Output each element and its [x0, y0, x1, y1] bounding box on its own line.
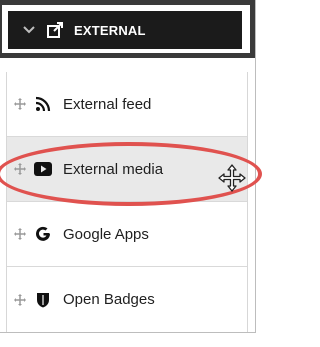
section-title: EXTERNAL	[74, 22, 146, 38]
rss-icon	[33, 94, 53, 114]
item-label: Open Badges	[63, 291, 155, 308]
drag-handle-icon[interactable]	[13, 97, 27, 111]
move-cursor-icon	[218, 164, 246, 192]
google-icon	[33, 224, 53, 244]
drag-handle-icon[interactable]	[13, 227, 27, 241]
list-item-highlighted[interactable]: External media	[7, 137, 247, 202]
block-list: External feed External media Google Apps…	[6, 72, 248, 332]
youtube-icon	[33, 159, 53, 179]
item-label: External media	[63, 160, 164, 178]
section-header[interactable]: EXTERNAL	[0, 0, 255, 58]
chevron-down-icon[interactable]	[20, 21, 38, 39]
drag-handle-icon[interactable]	[13, 162, 27, 176]
external-link-icon	[44, 19, 66, 41]
item-label: Google Apps	[63, 225, 149, 243]
item-label: External feed	[63, 95, 152, 113]
list-item[interactable]: External feed	[7, 72, 247, 137]
drag-handle-icon[interactable]	[13, 293, 27, 307]
list-item[interactable]: Google Apps	[7, 202, 247, 267]
section-header-bar[interactable]: EXTERNAL	[8, 11, 242, 49]
list-item[interactable]: Open Badges	[7, 267, 247, 332]
badge-shield-icon	[33, 290, 53, 310]
